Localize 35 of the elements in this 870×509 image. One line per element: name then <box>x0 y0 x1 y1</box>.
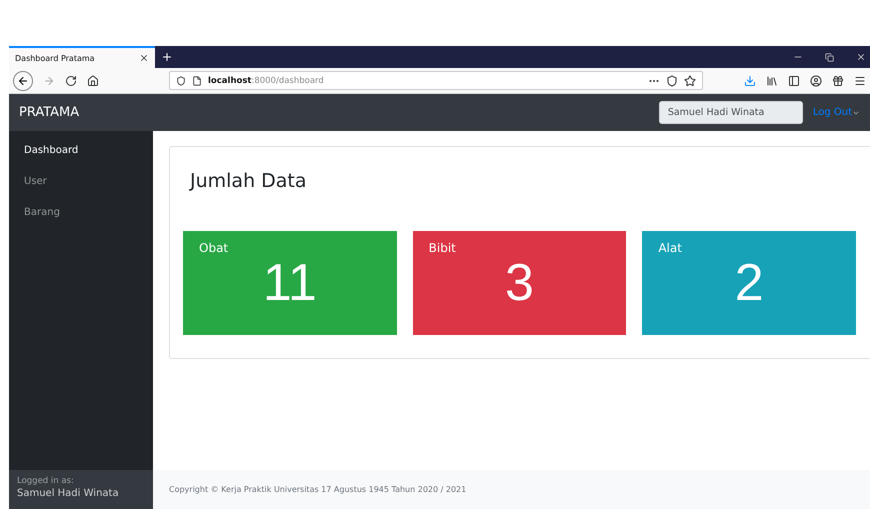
address-bar[interactable]: localhost:8000/dashboard <box>169 71 703 90</box>
stat-value: 2 <box>734 255 764 311</box>
sidebar-item[interactable]: Dashboard <box>9 135 153 166</box>
card-title: Jumlah Data <box>190 170 308 192</box>
stat-label: Bibit <box>428 241 456 255</box>
sidebar-item[interactable]: Barang <box>9 197 153 228</box>
stat-label: Alat <box>658 241 682 255</box>
download-icon[interactable] <box>744 74 756 86</box>
user-name-field[interactable]: Samuel Hadi Winata <box>658 101 803 124</box>
back-arrow-icon <box>17 74 29 86</box>
close-icon[interactable] <box>856 52 866 62</box>
sidebar-icon[interactable] <box>788 74 800 86</box>
stat-value: 3 <box>505 255 534 311</box>
stat-label: Obat <box>199 241 228 255</box>
close-icon[interactable] <box>139 53 149 63</box>
browser-tab[interactable]: Dashboard Pratama <box>9 46 155 68</box>
shield-icon[interactable] <box>176 76 186 86</box>
account-icon[interactable] <box>810 74 822 86</box>
copyright-text: Copyright © Kerja Praktik Universitas 17 Agustus 1945 Tahun 2020 / 2021 <box>169 485 466 494</box>
brand-title[interactable]: PRATAMA <box>19 105 80 120</box>
stat-value: 11 <box>262 255 317 311</box>
reload-icon[interactable] <box>65 74 77 86</box>
library-icon[interactable] <box>766 74 778 86</box>
star-icon[interactable] <box>684 74 696 86</box>
logged-in-user: Samuel Hadi Winata <box>17 488 120 499</box>
home-icon[interactable] <box>87 74 99 86</box>
url-text: localhost:8000/dashboard <box>208 76 324 86</box>
tab-title: Dashboard Pratama <box>15 54 95 62</box>
gift-icon[interactable] <box>832 74 844 86</box>
sidebar-item[interactable]: User <box>9 166 153 197</box>
menu-icon[interactable] <box>854 74 866 86</box>
back-button[interactable] <box>13 70 33 90</box>
restore-icon[interactable] <box>825 52 834 62</box>
logged-in-label: Logged in as: <box>17 476 75 486</box>
page-icon[interactable] <box>192 76 202 86</box>
